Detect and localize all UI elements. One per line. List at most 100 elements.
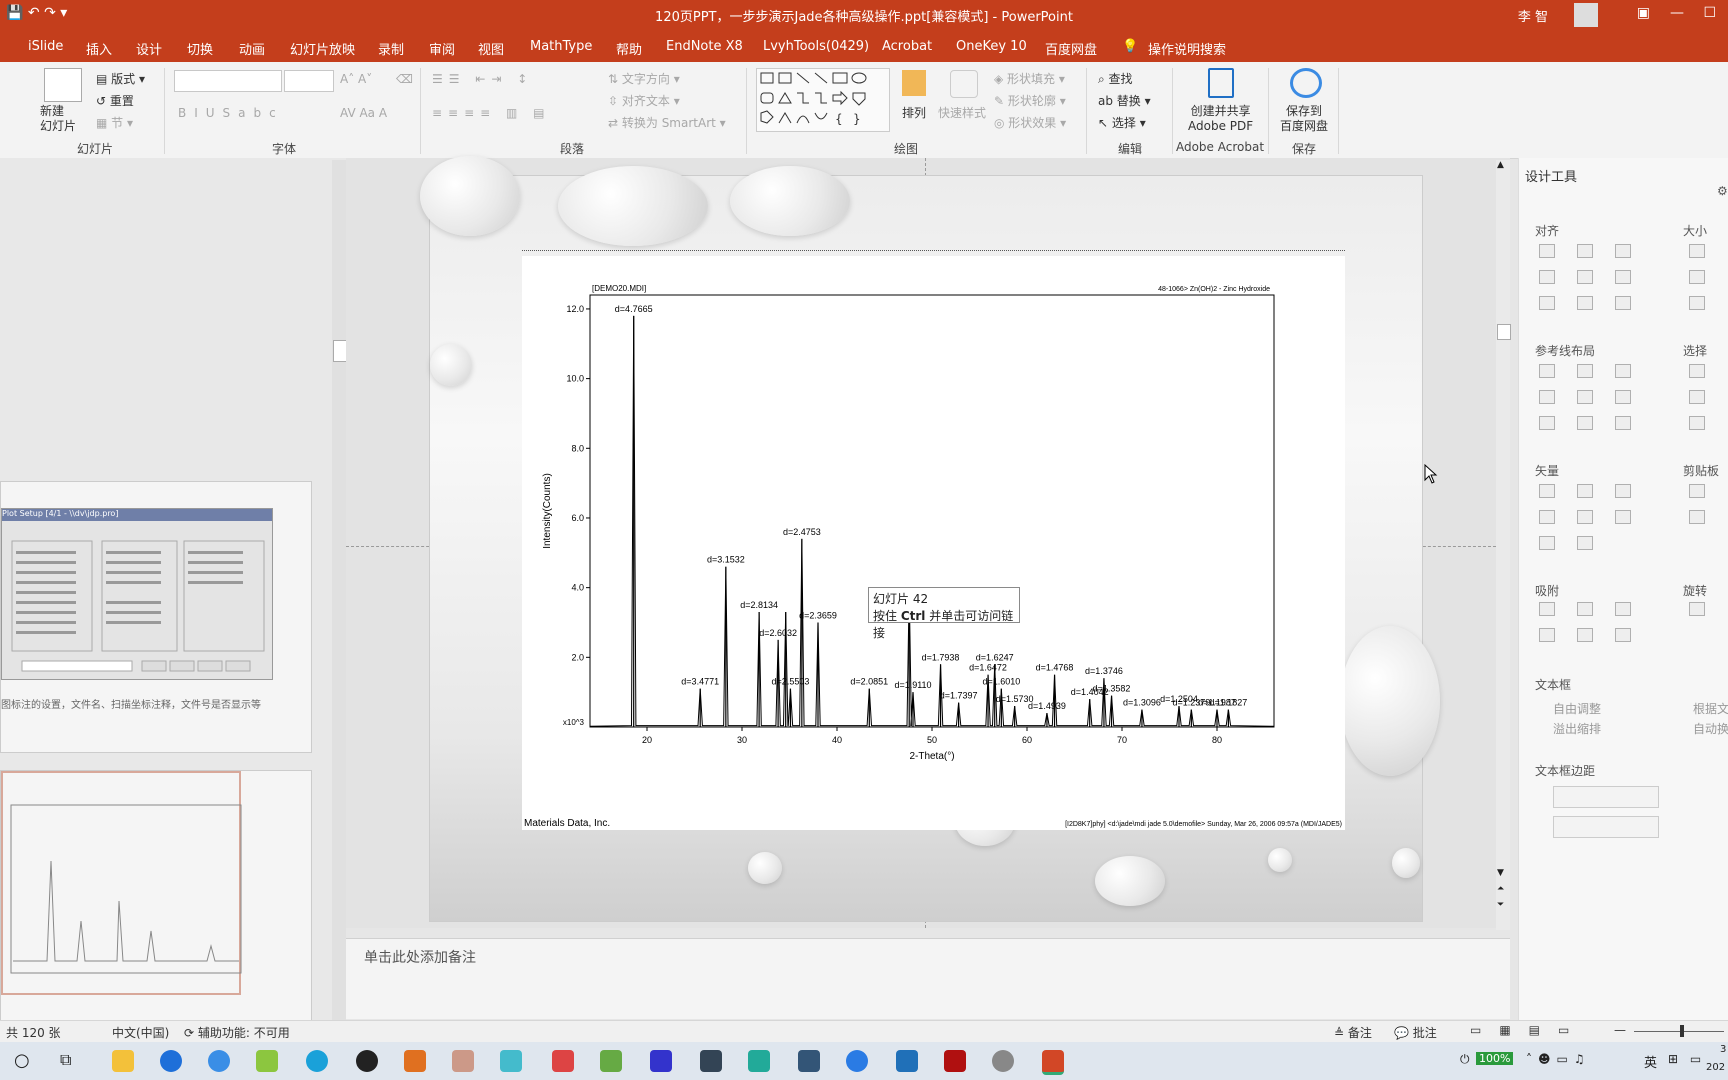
design-tool-icon[interactable] xyxy=(1689,296,1705,310)
design-tool-icon[interactable] xyxy=(1689,270,1705,284)
design-tool-icon[interactable] xyxy=(1577,296,1593,310)
margin-left-input[interactable] xyxy=(1553,786,1659,808)
shape-effects-button[interactable]: ◎ 形状效果 ▾ xyxy=(994,114,1066,131)
shape-fill-button[interactable]: ◈ 形状填充 ▾ xyxy=(994,70,1065,87)
align-text-button[interactable]: ⇳ 对齐文本 ▾ xyxy=(608,92,680,109)
design-tool-icon[interactable] xyxy=(1539,602,1555,616)
shapes-gallery[interactable]: {} xyxy=(756,68,890,132)
zoom-slider[interactable] xyxy=(1634,1031,1724,1032)
tab-help[interactable]: 帮助 xyxy=(616,39,642,58)
task-view-icon[interactable]: ⧉ xyxy=(60,1050,71,1070)
list-buttons[interactable]: ☰☰ ⇤⇥ ↕ xyxy=(432,72,533,86)
tray-icons[interactable]: ˄☻▭♫ xyxy=(1526,1052,1591,1066)
app-icon-8[interactable] xyxy=(650,1050,672,1072)
notes-placeholder[interactable]: 单击此处添加备注 xyxy=(364,947,476,967)
create-pdf-icon[interactable] xyxy=(1208,68,1234,98)
design-tool-icon[interactable] xyxy=(1689,416,1705,430)
notes-toggle[interactable]: ≜ 备注 xyxy=(1334,1024,1372,1041)
view-buttons[interactable]: ▭▦▤▭ xyxy=(1470,1023,1587,1037)
layout-button[interactable]: ▤ 版式 ▾ xyxy=(96,70,145,87)
prev-slide-icon[interactable]: ⏶ xyxy=(1497,884,1504,894)
new-slide-button[interactable]: 新建 幻灯片 xyxy=(40,104,76,134)
tab-view[interactable]: 视图 xyxy=(478,39,504,58)
design-tool-icon[interactable] xyxy=(1615,510,1631,524)
design-tool-icon[interactable] xyxy=(1689,364,1705,378)
auto-fit-option[interactable]: 自由调整 xyxy=(1553,700,1601,717)
edge-icon[interactable] xyxy=(306,1050,328,1072)
powerpoint-icon[interactable] xyxy=(1042,1050,1064,1075)
design-tool-icon[interactable] xyxy=(1615,364,1631,378)
power-icon[interactable]: ⏻ xyxy=(1460,1052,1470,1067)
app-icon-3[interactable] xyxy=(256,1050,278,1072)
design-tool-icon[interactable] xyxy=(1615,270,1631,284)
tab-insert[interactable]: 插入 xyxy=(86,39,112,58)
design-tool-icon[interactable] xyxy=(1577,628,1593,642)
clock-day[interactable]: 3 xyxy=(1720,1044,1726,1055)
app-icon-1[interactable] xyxy=(160,1050,182,1072)
clear-format-icon[interactable]: ⌫ xyxy=(396,72,413,86)
zoom-slider-thumb[interactable] xyxy=(1680,1025,1684,1037)
tab-lvyhtools[interactable]: LvyhTools(0429) xyxy=(763,39,869,54)
clock-year[interactable]: 202 xyxy=(1706,1062,1725,1073)
baidu-cloud-icon[interactable] xyxy=(1290,68,1322,98)
design-tool-icon[interactable] xyxy=(1539,244,1555,258)
tab-design[interactable]: 设计 xyxy=(136,39,162,58)
font-grow-icon[interactable]: A˄ A˅ xyxy=(340,72,372,86)
user-name[interactable]: 李 智 xyxy=(1518,6,1548,25)
thumbnails-scrollbar[interactable] xyxy=(332,160,347,1020)
design-tool-icon[interactable] xyxy=(1539,364,1555,378)
design-tool-icon[interactable] xyxy=(1689,484,1705,498)
design-tool-icon[interactable] xyxy=(1577,364,1593,378)
save-to-baidu-button[interactable]: 保存到 百度网盘 xyxy=(1280,104,1328,134)
new-slide-icon[interactable] xyxy=(44,68,82,102)
design-tool-icon[interactable] xyxy=(1689,244,1705,258)
notes-pane[interactable]: 单击此处添加备注 xyxy=(346,938,1510,1019)
app-icon-7[interactable] xyxy=(600,1050,622,1072)
fit-text-option[interactable]: 根据文 xyxy=(1693,700,1728,717)
tell-me-search[interactable]: 操作说明搜索 xyxy=(1148,39,1226,58)
acrobat-icon[interactable] xyxy=(944,1050,966,1072)
battery-indicator[interactable]: 100% xyxy=(1476,1052,1514,1065)
design-tool-icon[interactable] xyxy=(1615,628,1631,642)
margin-top-input[interactable] xyxy=(1553,816,1659,838)
endnote-icon[interactable] xyxy=(798,1050,820,1072)
design-tool-icon[interactable] xyxy=(1615,602,1631,616)
char-spacing-icon[interactable]: AV Aa A xyxy=(340,106,387,120)
overflow-option[interactable]: 溢出缩排 xyxy=(1553,720,1601,737)
section-button[interactable]: ▦ 节 ▾ xyxy=(96,114,133,131)
matlab-icon[interactable] xyxy=(404,1050,426,1072)
find-button[interactable]: ⌕ 查找 xyxy=(1098,70,1133,87)
scroll-up-icon[interactable]: ▲ xyxy=(1497,160,1504,170)
design-tool-icon[interactable] xyxy=(1615,484,1631,498)
design-tool-icon[interactable] xyxy=(1577,390,1593,404)
font-name-combo[interactable] xyxy=(174,70,282,92)
design-tool-icon[interactable] xyxy=(1689,602,1705,616)
scroll-down-icon[interactable]: ▼ xyxy=(1497,868,1504,878)
tab-review[interactable]: 审阅 xyxy=(429,39,455,58)
tray-icons-2[interactable]: ⊞ ▭ xyxy=(1668,1052,1705,1066)
design-tool-icon[interactable] xyxy=(1577,244,1593,258)
design-tool-icon[interactable] xyxy=(1689,510,1705,524)
design-tool-icon[interactable] xyxy=(1577,510,1593,524)
tab-slideshow[interactable]: 幻灯片放映 xyxy=(290,39,355,58)
ime-indicator[interactable]: 英 xyxy=(1644,1052,1657,1071)
tab-acrobat[interactable]: Acrobat xyxy=(882,39,932,54)
quick-styles-icon[interactable] xyxy=(950,70,978,98)
font-size-combo[interactable] xyxy=(284,70,334,92)
zoom-out-icon[interactable]: — xyxy=(1614,1023,1626,1037)
design-tool-icon[interactable] xyxy=(1577,416,1593,430)
create-pdf-button[interactable]: 创建并共享 Adobe PDF xyxy=(1188,104,1253,134)
design-tool-icon[interactable] xyxy=(1539,484,1555,498)
app-icon-10[interactable] xyxy=(748,1050,770,1072)
design-tool-icon[interactable] xyxy=(1539,510,1555,524)
reset-button[interactable]: ↺ 重置 xyxy=(96,92,134,109)
app-icon-4[interactable] xyxy=(452,1050,474,1072)
qq-icon[interactable] xyxy=(356,1050,378,1072)
avatar[interactable] xyxy=(1574,3,1598,27)
arrange-button[interactable]: 排列 xyxy=(902,104,926,121)
replace-button[interactable]: ab 替换 ▾ xyxy=(1098,92,1151,109)
file-explorer-icon[interactable] xyxy=(112,1050,134,1072)
design-tool-icon[interactable] xyxy=(1539,628,1555,642)
tab-baidu[interactable]: 百度网盘 xyxy=(1045,39,1097,58)
slide[interactable]: [DEMO20.MDI] 48-1066> Zn(OH)2 - Zinc Hydr… xyxy=(420,156,1440,922)
